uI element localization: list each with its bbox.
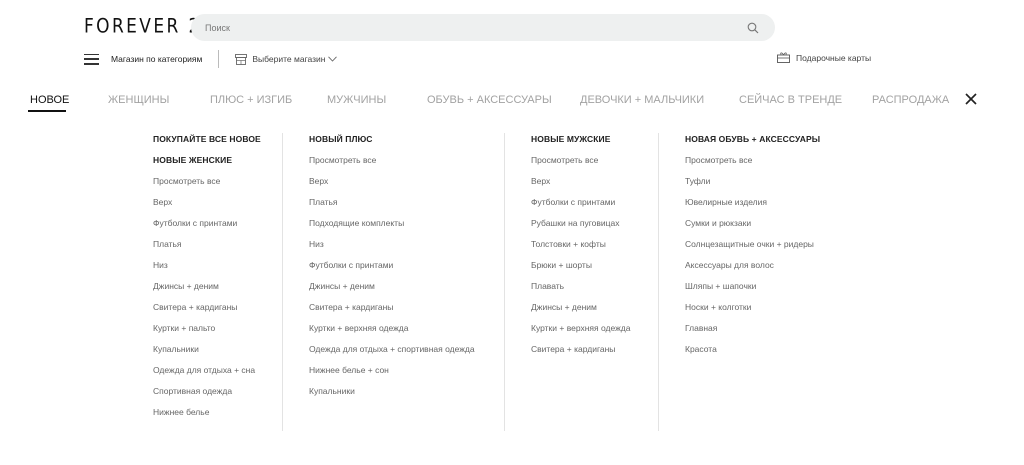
column-divider — [282, 133, 283, 431]
menu-link[interactable]: Свитера + кардиганы — [531, 343, 631, 364]
menu-link[interactable]: Купальники — [309, 385, 475, 406]
menu-heading[interactable]: НОВЫЕ ЖЕНСКИЕ — [153, 154, 261, 175]
menu-heading[interactable]: ПОКУПАЙТЕ ВСЕ НОВОЕ — [153, 133, 261, 154]
tab-trending[interactable]: СЕЙЧАС В ТРЕНДЕ — [739, 94, 842, 106]
menu-link[interactable]: Купальники — [153, 343, 261, 364]
tab-sale[interactable]: РАСПРОДАЖА — [872, 94, 949, 106]
menu-link[interactable]: Плавать — [531, 280, 631, 301]
gift-card-icon — [777, 52, 790, 63]
menu-column-shop-new: ПОКУПАЙТЕ ВСЕ НОВОЕ НОВЫЕ ЖЕНСКИЕ Просмо… — [153, 133, 261, 427]
menu-link[interactable]: Красота — [685, 343, 820, 364]
menu-link[interactable]: Низ — [153, 259, 261, 280]
select-store-dropdown[interactable]: Выберите магазин — [235, 53, 338, 65]
hamburger-icon[interactable] — [84, 53, 99, 65]
menu-column-new-plus: НОВЫЙ ПЛЮС Просмотреть все Верх Платья П… — [309, 133, 475, 406]
menu-link[interactable]: Шляпы + шапочки — [685, 280, 820, 301]
menu-link[interactable]: Куртки + пальто — [153, 322, 261, 343]
search-icon[interactable] — [747, 22, 759, 34]
menu-link[interactable]: Джинсы + деним — [531, 301, 631, 322]
gift-cards-label: Подарочные карты — [796, 52, 872, 63]
menu-link[interactable]: Рубашки на пуговицах — [531, 217, 631, 238]
menu-link[interactable]: Просмотреть все — [685, 154, 820, 175]
menu-link[interactable]: Футболки с принтами — [309, 259, 475, 280]
column-divider — [658, 133, 659, 431]
menu-heading[interactable]: НОВЫЙ ПЛЮС — [309, 133, 475, 154]
menu-link[interactable]: Туфли — [685, 175, 820, 196]
chevron-down-icon — [328, 56, 338, 62]
search-bar[interactable] — [191, 14, 775, 41]
menu-link[interactable]: Свитера + кардиганы — [309, 301, 475, 322]
menu-link[interactable]: Футболки с принтами — [531, 196, 631, 217]
menu-link[interactable]: Платья — [309, 196, 475, 217]
tab-men[interactable]: МУЖЧИНЫ — [327, 94, 386, 106]
tab-shoes-accessories[interactable]: ОБУВЬ + АКСЕССУАРЫ — [427, 94, 552, 106]
menu-link[interactable]: Платья — [153, 238, 261, 259]
menu-heading[interactable]: НОВАЯ ОБУВЬ + АКСЕССУАРЫ — [685, 133, 820, 154]
menu-link[interactable]: Главная — [685, 322, 820, 343]
menu-link[interactable]: Свитера + кардиганы — [153, 301, 261, 322]
menu-column-new-men: НОВЫЕ МУЖСКИЕ Просмотреть все Верх Футбо… — [531, 133, 631, 364]
menu-link[interactable]: Солнцезащитные очки + ридеры — [685, 238, 820, 259]
gift-cards-link[interactable]: Подарочные карты — [777, 52, 871, 63]
menu-link[interactable]: Одежда для отдыха + сна — [153, 364, 261, 385]
active-tab-indicator — [28, 110, 66, 112]
menu-link[interactable]: Сумки и рюкзаки — [685, 217, 820, 238]
menu-link[interactable]: Спортивная одежда — [153, 385, 261, 406]
menu-link[interactable]: Верх — [309, 175, 475, 196]
menu-heading[interactable]: НОВЫЕ МУЖСКИЕ — [531, 133, 631, 154]
tab-plus-curve[interactable]: ПЛЮС + ИЗГИБ — [210, 94, 292, 106]
menu-link[interactable]: Аксессуары для волос — [685, 259, 820, 280]
menu-link[interactable]: Верх — [531, 175, 631, 196]
menu-link[interactable]: Толстовки + кофты — [531, 238, 631, 259]
search-input[interactable] — [205, 22, 705, 33]
close-icon[interactable] — [964, 92, 978, 106]
menu-link[interactable]: Низ — [309, 238, 475, 259]
menu-link[interactable]: Просмотреть все — [309, 154, 475, 175]
select-store-label: Выберите магазин — [252, 54, 326, 64]
menu-link[interactable]: Верх — [153, 196, 261, 217]
menu-link[interactable]: Джинсы + деним — [153, 280, 261, 301]
shop-by-category-link[interactable]: Магазин по категориям — [111, 54, 202, 64]
tab-girls-boys[interactable]: ДЕВОЧКИ + МАЛЬЧИКИ — [580, 94, 704, 106]
menu-link[interactable]: Брюки + шорты — [531, 259, 631, 280]
menu-link[interactable]: Просмотреть все — [153, 175, 261, 196]
menu-link[interactable]: Просмотреть все — [531, 154, 631, 175]
menu-link[interactable]: Нижнее белье + сон — [309, 364, 475, 385]
tab-new[interactable]: НОВОЕ — [30, 94, 69, 106]
menu-link[interactable]: Футболки с принтами — [153, 217, 261, 238]
menu-link[interactable]: Подходящие комплекты — [309, 217, 475, 238]
menu-link[interactable]: Джинсы + деним — [309, 280, 475, 301]
menu-link[interactable]: Куртки + верхняя одежда — [531, 322, 631, 343]
menu-link[interactable]: Куртки + верхняя одежда — [309, 322, 475, 343]
menu-link[interactable]: Носки + колготки — [685, 301, 820, 322]
main-nav: НОВОЕ ЖЕНЩИНЫ ПЛЮС + ИЗГИБ МУЖЧИНЫ ОБУВЬ… — [0, 94, 1024, 112]
tab-women[interactable]: ЖЕНЩИНЫ — [108, 94, 169, 106]
store-icon — [235, 53, 248, 65]
menu-link[interactable]: Нижнее белье — [153, 406, 261, 427]
menu-column-new-shoes-accessories: НОВАЯ ОБУВЬ + АКСЕССУАРЫ Просмотреть все… — [685, 133, 820, 364]
menu-link[interactable]: Одежда для отдыха + спортивная одежда — [309, 343, 475, 364]
sub-header: Магазин по категориям Выберите магазин — [84, 50, 338, 68]
menu-link[interactable]: Ювелирные изделия — [685, 196, 820, 217]
column-divider — [504, 133, 505, 431]
divider — [218, 50, 220, 68]
